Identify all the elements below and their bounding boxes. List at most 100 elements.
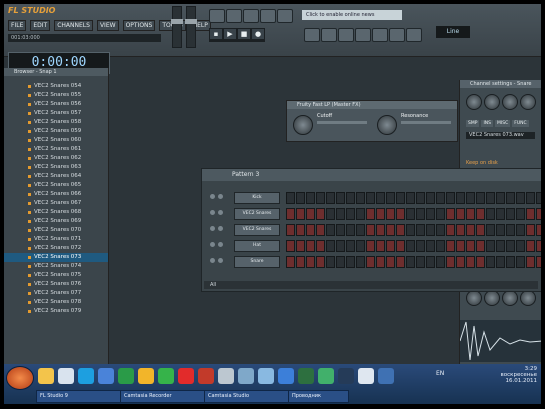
step-button[interactable]: [496, 256, 505, 268]
step-button[interactable]: [426, 224, 435, 236]
channel-button[interactable]: Snare: [234, 256, 280, 268]
step-button[interactable]: [406, 208, 415, 220]
step-button[interactable]: [446, 240, 455, 252]
notepad-icon[interactable]: [58, 368, 74, 384]
step-button[interactable]: [306, 224, 315, 236]
step-button[interactable]: [506, 240, 515, 252]
browser-item[interactable]: VEC2 Snares 078: [4, 298, 108, 307]
step-button[interactable]: [506, 208, 515, 220]
menu-view[interactable]: VIEW: [96, 20, 119, 31]
monitor-icon[interactable]: [218, 368, 234, 384]
step-button[interactable]: [426, 192, 435, 204]
step-button[interactable]: [456, 240, 465, 252]
tab-misc[interactable]: MISC: [495, 120, 511, 127]
camera-icon[interactable]: [238, 368, 254, 384]
tab-ins[interactable]: INS: [481, 120, 494, 127]
record-mode-icon[interactable]: [260, 9, 276, 23]
sustain-knob[interactable]: [502, 290, 518, 306]
tab-func[interactable]: FUNC: [512, 120, 529, 127]
channel-pan-knob[interactable]: [218, 210, 223, 215]
step-button[interactable]: [466, 240, 475, 252]
step-button[interactable]: [446, 256, 455, 268]
cutoff-knob[interactable]: [293, 115, 313, 135]
step-button[interactable]: [516, 224, 525, 236]
step-button[interactable]: [526, 192, 535, 204]
step-button[interactable]: [336, 224, 345, 236]
step-button[interactable]: [506, 224, 515, 236]
channel-pan-knob[interactable]: [218, 258, 223, 263]
step-button[interactable]: [486, 256, 495, 268]
channel-mute-led[interactable]: [210, 258, 215, 263]
browser-item[interactable]: VEC2 Snares 058: [4, 118, 108, 127]
browser-item[interactable]: VEC2 Snares 063: [4, 163, 108, 172]
pitch-knob[interactable]: [502, 94, 518, 110]
step-button[interactable]: [356, 208, 365, 220]
step-button[interactable]: [306, 192, 315, 204]
step-button[interactable]: [526, 240, 535, 252]
step-button[interactable]: [396, 256, 405, 268]
release-knob[interactable]: [520, 290, 536, 306]
step-button[interactable]: [386, 240, 395, 252]
step-button[interactable]: [396, 224, 405, 236]
browser-item[interactable]: VEC2 Snares 057: [4, 109, 108, 118]
step-button[interactable]: [516, 240, 525, 252]
channel-sample-name[interactable]: VEC2 Snares 073.wav: [466, 132, 535, 139]
step-button[interactable]: [316, 192, 325, 204]
step-button[interactable]: [486, 192, 495, 204]
step-button[interactable]: [336, 256, 345, 268]
step-button[interactable]: [456, 256, 465, 268]
step-button[interactable]: [326, 208, 335, 220]
step-button[interactable]: [506, 192, 515, 204]
step-button[interactable]: [406, 192, 415, 204]
step-button[interactable]: [486, 240, 495, 252]
step-button[interactable]: [336, 240, 345, 252]
opera-icon[interactable]: [178, 368, 194, 384]
step-button[interactable]: [376, 256, 385, 268]
record-button[interactable]: ●: [252, 29, 264, 39]
step-button[interactable]: [496, 240, 505, 252]
step-button[interactable]: [476, 240, 485, 252]
winamp-icon[interactable]: [338, 368, 354, 384]
step-button[interactable]: [356, 192, 365, 204]
step-button[interactable]: [456, 192, 465, 204]
browser-item[interactable]: VEC2 Snares 079: [4, 307, 108, 316]
pattern-filter-label[interactable]: All: [210, 282, 216, 288]
step-button[interactable]: [416, 240, 425, 252]
step-button[interactable]: [316, 224, 325, 236]
step-button[interactable]: [286, 240, 295, 252]
master-pitch-slider[interactable]: [185, 6, 197, 48]
step-button[interactable]: [376, 192, 385, 204]
step-button[interactable]: [286, 256, 295, 268]
decay-knob[interactable]: [484, 290, 500, 306]
step-button[interactable]: [366, 240, 375, 252]
step-button[interactable]: [516, 192, 525, 204]
step-button[interactable]: [436, 192, 445, 204]
browser-item[interactable]: VEC2 Snares 064: [4, 172, 108, 181]
step-button[interactable]: [286, 224, 295, 236]
step-button[interactable]: [346, 240, 355, 252]
step-button[interactable]: [356, 240, 365, 252]
step-button[interactable]: [506, 256, 515, 268]
step-button[interactable]: [516, 256, 525, 268]
browser-item[interactable]: VEC2 Snares 069: [4, 217, 108, 226]
step-button[interactable]: [326, 256, 335, 268]
metronome-icon[interactable]: [277, 9, 293, 23]
browser-item[interactable]: VEC2 Snares 062: [4, 154, 108, 163]
browser-item[interactable]: VEC2 Snares 076: [4, 280, 108, 289]
step-button[interactable]: [406, 256, 415, 268]
step-button[interactable]: [456, 224, 465, 236]
system-clock[interactable]: 3:29 воскресенье 16.01.2011: [477, 366, 537, 402]
step-button[interactable]: [416, 192, 425, 204]
step-button[interactable]: [426, 256, 435, 268]
browser-item[interactable]: VEC2 Snares 073: [4, 253, 108, 262]
step-button[interactable]: [526, 256, 535, 268]
step-button[interactable]: [376, 240, 385, 252]
menu-options[interactable]: OPTIONS: [122, 20, 156, 31]
skype-icon[interactable]: [78, 368, 94, 384]
browser-item[interactable]: VEC2 Snares 071: [4, 235, 108, 244]
channel-pan-knob[interactable]: [218, 226, 223, 231]
save-icon[interactable]: [243, 9, 259, 23]
browser-item[interactable]: VEC2 Snares 055: [4, 91, 108, 100]
step-button[interactable]: [536, 240, 541, 252]
step-button[interactable]: [346, 192, 355, 204]
